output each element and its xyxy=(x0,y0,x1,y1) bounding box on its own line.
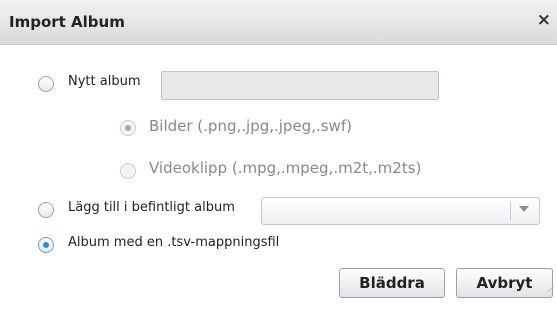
existing-album-label: Lägg till i befintligt album xyxy=(68,200,235,215)
existing-album-select[interactable] xyxy=(261,197,540,225)
dialog-titlebar[interactable]: Import Album × xyxy=(0,0,557,45)
select-separator xyxy=(510,202,511,220)
radio-existing-album[interactable] xyxy=(38,202,54,218)
new-album-name-input[interactable] xyxy=(161,71,439,100)
chevron-down-icon xyxy=(519,206,529,212)
dialog-title: Import Album xyxy=(9,13,125,31)
images-label: Bilder (.png,.jpg,.jpeg,.swf) xyxy=(149,117,352,135)
browse-button[interactable]: Bläddra xyxy=(339,268,445,298)
videos-label: Videoklipp (.mpg,.mpeg,.m2t,.m2ts) xyxy=(149,159,422,177)
tsv-mapping-label: Album med en .tsv-mappningsfil xyxy=(68,235,280,250)
radio-videos[interactable] xyxy=(120,163,136,179)
import-album-dialog: Import Album × Nytt album Bilder (.png,.… xyxy=(0,0,557,310)
new-album-label: Nytt album xyxy=(68,74,141,89)
close-icon[interactable]: × xyxy=(537,10,551,30)
cancel-button[interactable]: Avbryt xyxy=(456,268,553,298)
radio-images[interactable] xyxy=(120,120,136,136)
radio-tsv-mapping[interactable] xyxy=(38,237,54,253)
radio-new-album[interactable] xyxy=(38,76,54,92)
